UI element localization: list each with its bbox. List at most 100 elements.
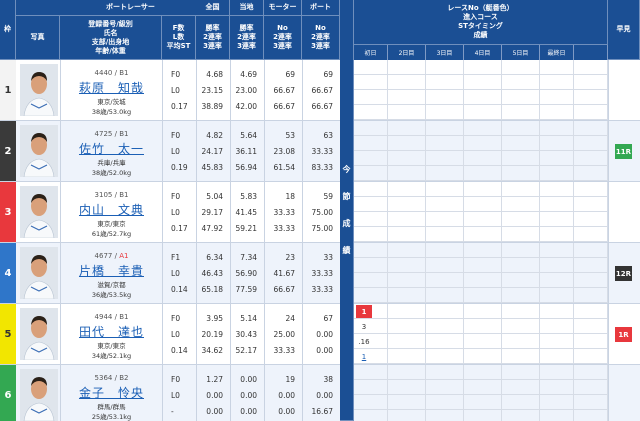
racer-class: B1 xyxy=(119,130,129,138)
result-cell xyxy=(502,121,540,136)
result-cell xyxy=(388,273,426,288)
race-entry-table: 枠 写真 ボートレーサー 登録番号/級別 氏名 支部/出身地 年齢/体重 F数 L… xyxy=(0,0,640,421)
result-cell xyxy=(540,288,574,303)
zenkoku-values: 3.95 20.19 34.62 xyxy=(196,304,230,364)
racer-id-class: 4440 / B1 xyxy=(94,69,129,77)
result-cell xyxy=(540,410,574,421)
racer-info: 4725 / B1 佐竹 太一 兵庫/兵庫 38歳/52.0kg xyxy=(60,121,162,181)
result-cell xyxy=(426,151,464,166)
result-cell xyxy=(502,197,540,212)
result-cell xyxy=(540,258,574,273)
result-cell xyxy=(388,166,426,181)
photo-header: 写真 xyxy=(16,16,60,60)
result-cell xyxy=(574,90,608,105)
result-cell xyxy=(426,273,464,288)
result-cell xyxy=(540,334,574,349)
result-cell xyxy=(502,304,540,319)
result-cell xyxy=(354,90,388,105)
result-cell xyxy=(426,136,464,151)
result-cell xyxy=(540,90,574,105)
day-header-3: 3日目 xyxy=(426,45,464,60)
hayami-race-badge[interactable]: 12R xyxy=(615,266,632,281)
result-cell xyxy=(574,197,608,212)
boat-values: 33 33.33 33.33 xyxy=(302,243,340,303)
fl-st-values: F0 L0- xyxy=(162,365,196,421)
boat-values: 63 33.33 83.33 xyxy=(302,121,340,181)
waku-number: 1 xyxy=(0,60,16,120)
result-cell xyxy=(502,395,540,410)
result-cell xyxy=(574,258,608,273)
motor-values: 23 41.67 66.67 xyxy=(264,243,302,303)
result-cell xyxy=(502,410,540,421)
result-cell xyxy=(388,243,426,258)
zenkoku-sub-header: 勝率 2連率 3連率 xyxy=(196,16,230,60)
result-cell xyxy=(464,197,502,212)
result-cell xyxy=(464,166,502,181)
boat-values: 67 0.00 0.00 xyxy=(302,304,340,364)
result-cell xyxy=(464,395,502,410)
result-cell xyxy=(540,395,574,410)
result-cell xyxy=(464,273,502,288)
finish-rank[interactable]: 1 xyxy=(356,350,372,363)
racer-name-link[interactable]: 金子 怜央 xyxy=(61,384,162,401)
boat-values: 59 75.00 75.00 xyxy=(302,182,340,242)
hayami-race-badge[interactable]: 1R xyxy=(615,327,632,342)
racer-photo[interactable] xyxy=(20,308,58,360)
racer-photo[interactable] xyxy=(20,64,58,116)
result-cell xyxy=(574,410,608,421)
racer-photo[interactable] xyxy=(20,186,58,238)
racer-home: 東京/茨城 xyxy=(97,98,126,106)
zenkoku-values: 4.82 24.17 45.83 xyxy=(196,121,230,181)
racer-info: 3105 / B1 内山 文典 東京/東京 61歳/52.7kg xyxy=(60,182,162,242)
result-cell xyxy=(540,136,574,151)
result-cell xyxy=(540,304,574,319)
touchi-values: 5.14 30.43 52.17 xyxy=(230,304,264,364)
waku-number: 6 xyxy=(0,365,16,421)
result-cell xyxy=(464,151,502,166)
result-cell xyxy=(388,75,426,90)
motor-values: 53 23.08 61.54 xyxy=(264,121,302,181)
result-cell xyxy=(502,319,540,334)
result-cell xyxy=(502,90,540,105)
racer-name-link[interactable]: 片橋 幸貴 xyxy=(61,262,162,279)
result-cell xyxy=(502,380,540,395)
boat-sub-header: No 2連率 3連率 xyxy=(302,16,340,60)
result-cell xyxy=(502,227,540,242)
result-cell xyxy=(354,136,388,151)
racer-photo[interactable] xyxy=(20,369,58,421)
racer-photo[interactable] xyxy=(20,247,58,299)
day-header-1: 初日 xyxy=(354,45,388,60)
result-cell xyxy=(426,319,464,334)
result-cell xyxy=(540,349,574,364)
result-cell xyxy=(574,334,608,349)
result-cell xyxy=(464,243,502,258)
hayami-race-badge[interactable]: 11R xyxy=(615,144,632,159)
racer-name-link[interactable]: 田代 達也 xyxy=(61,323,162,340)
fl-st-values: F0 L0 0.14 xyxy=(162,304,196,364)
racer-row: 4 4677 / A1 片橋 幸貴 滋賀/京都 36歳/53.5kg F1 L0 0… xyxy=(0,243,340,304)
result-cell xyxy=(502,166,540,181)
hayami-cell xyxy=(608,60,640,121)
result-cell xyxy=(464,212,502,227)
result-cell xyxy=(426,60,464,75)
racer-home: 東京/東京 xyxy=(97,342,126,350)
zenkoku-values: 1.27 0.00 0.00 xyxy=(196,365,230,421)
racer-photo[interactable] xyxy=(20,125,58,177)
racer-name-link[interactable]: 萩原 知哉 xyxy=(61,79,162,96)
racer-age-weight: 25歳/53.1kg xyxy=(91,413,132,421)
racer-class: B1 xyxy=(119,313,129,321)
result-cell xyxy=(540,105,574,120)
result-cell xyxy=(574,395,608,410)
racer-name-link[interactable]: 佐竹 太一 xyxy=(61,140,162,157)
racer-name-link[interactable]: 内山 文典 xyxy=(61,201,162,218)
motor-values: 24 25.00 33.33 xyxy=(264,304,302,364)
racer-id-class: 3105 / B1 xyxy=(94,191,129,199)
racer-class: B1 xyxy=(119,191,129,199)
result-cell xyxy=(388,258,426,273)
racer-age-weight: 34歳/52.1kg xyxy=(91,352,132,360)
racer-row: 3 3105 / B1 内山 文典 東京/東京 61歳/52.7kg F0 L0 0… xyxy=(0,182,340,243)
racer-id-class: 4677 / A1 xyxy=(94,252,129,260)
zenkoku-values: 6.34 46.43 65.18 xyxy=(196,243,230,303)
fl-st-values: F0 L0 0.19 xyxy=(162,121,196,181)
result-cell xyxy=(464,288,502,303)
